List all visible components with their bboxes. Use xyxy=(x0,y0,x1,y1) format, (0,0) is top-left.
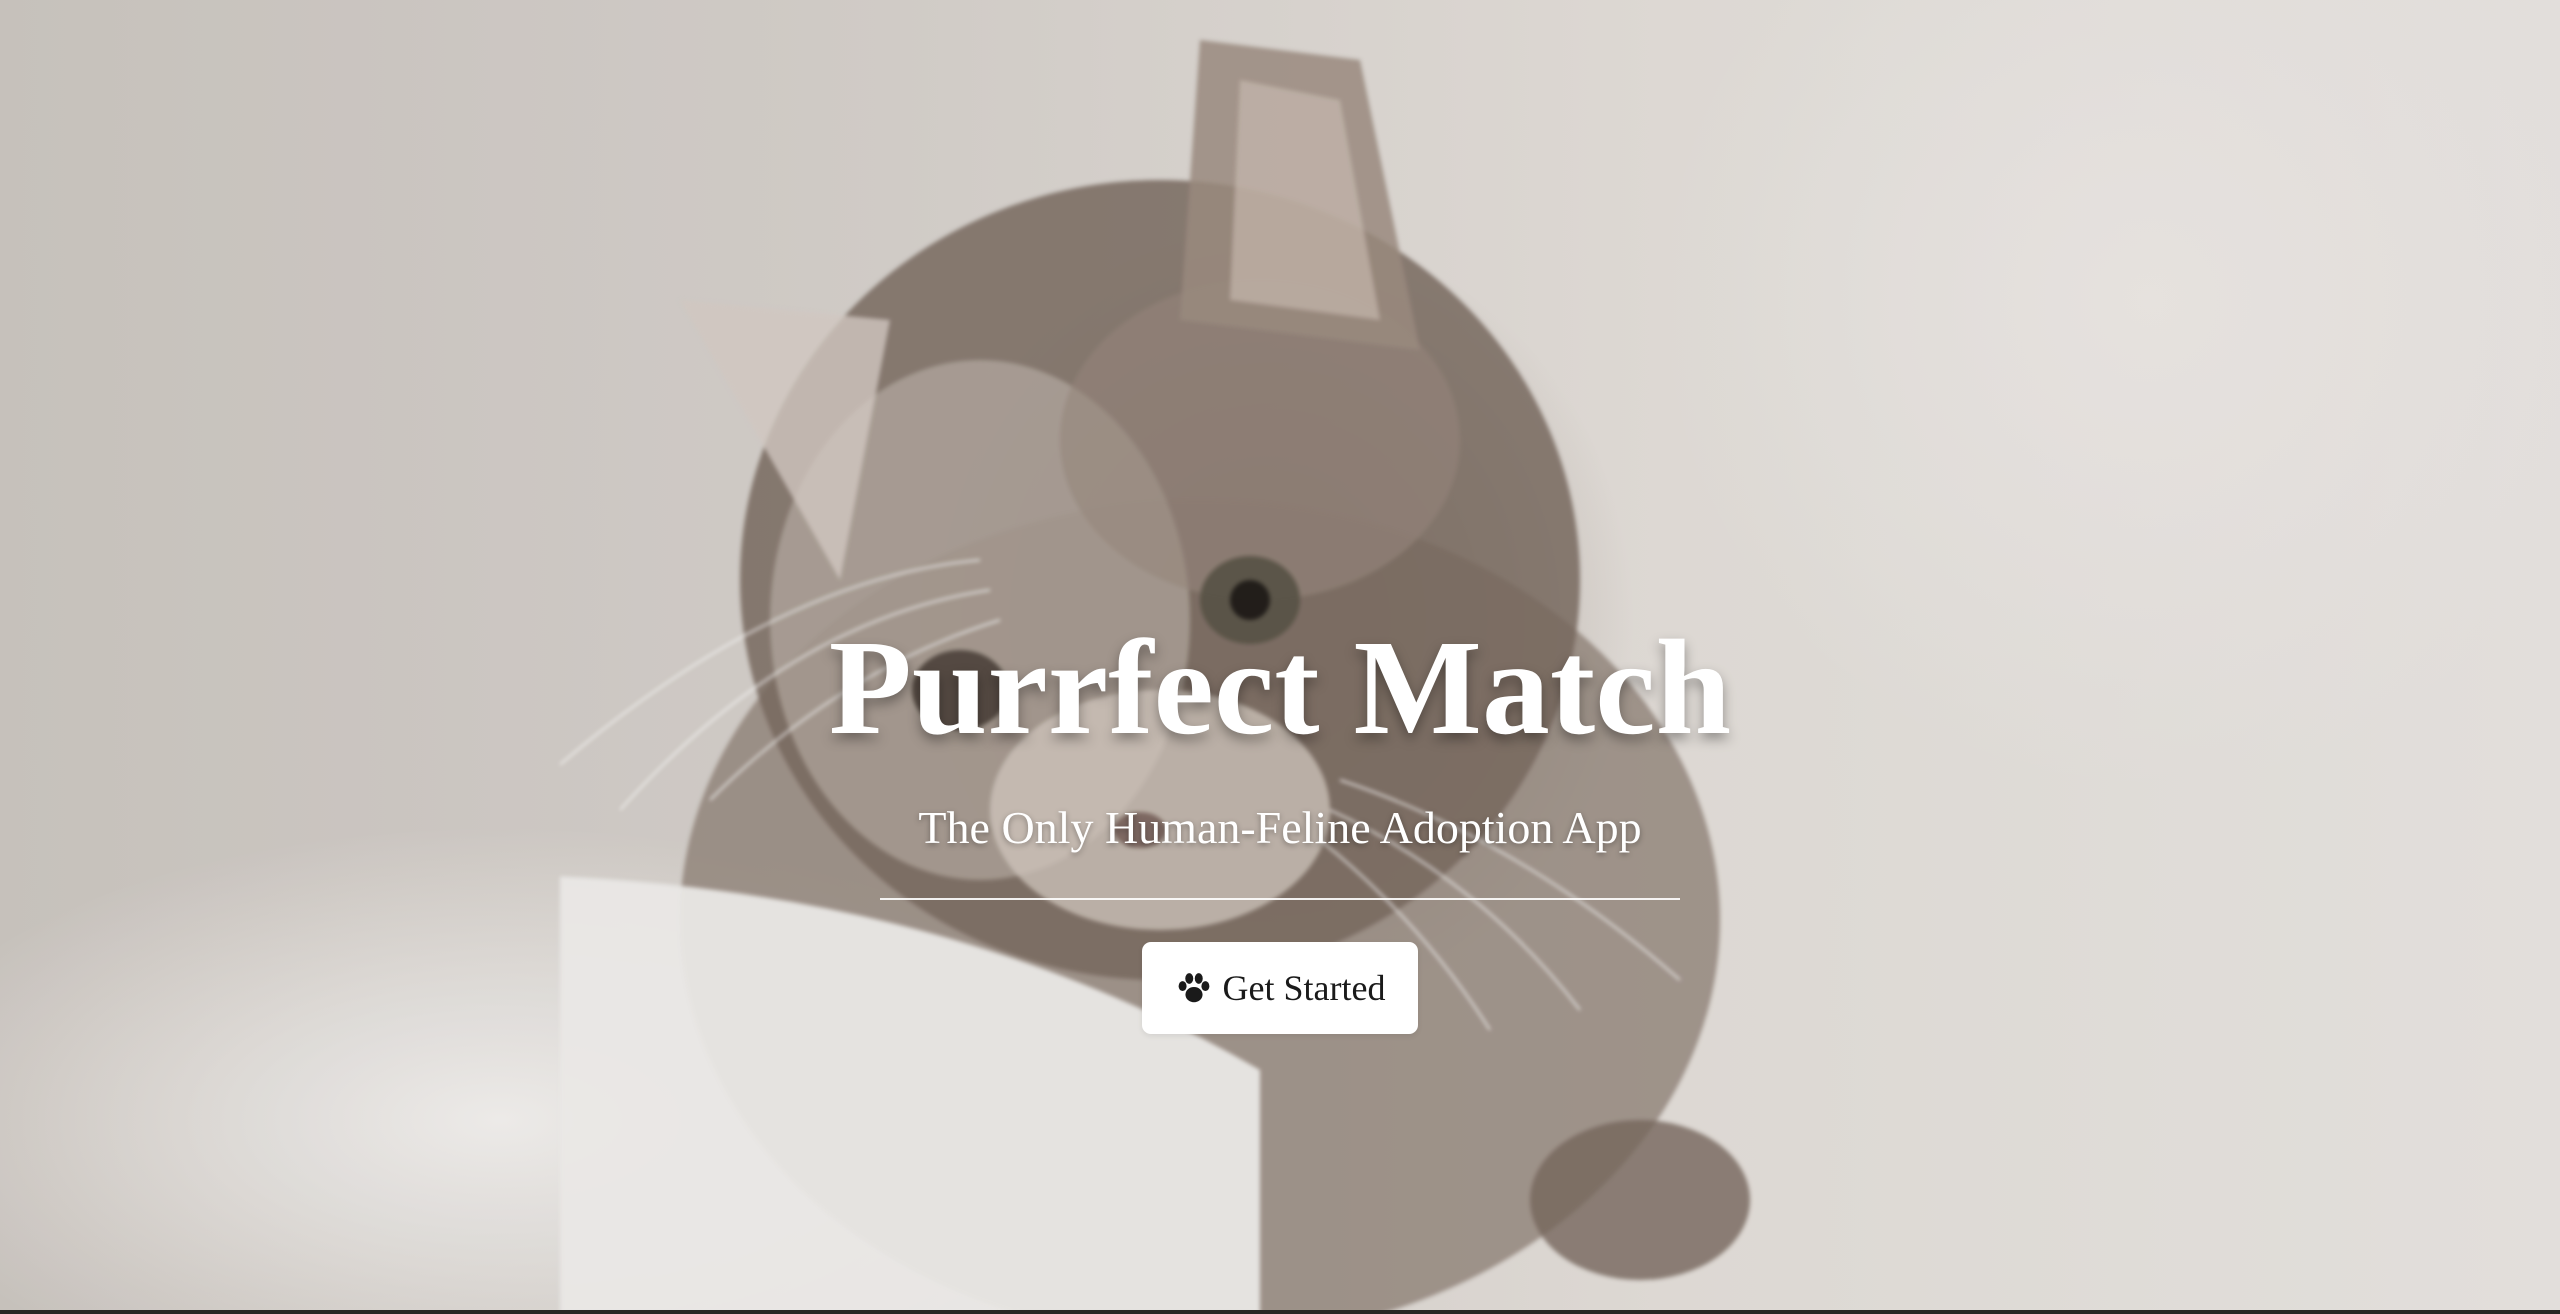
divider xyxy=(880,898,1680,900)
get-started-button[interactable]: Get Started xyxy=(1142,942,1418,1034)
page-subtitle: The Only Human-Feline Adoption App xyxy=(918,802,1642,853)
paw-icon xyxy=(1178,973,1209,1003)
bottom-border xyxy=(0,1310,2560,1314)
hero-content: Purrfect Match The Only Human-Feline Ado… xyxy=(0,0,2560,1314)
get-started-label: Get Started xyxy=(1222,968,1386,1008)
hero-section: Purrfect Match The Only Human-Feline Ado… xyxy=(0,0,2560,1314)
page-title: Purrfect Match xyxy=(828,613,1732,763)
